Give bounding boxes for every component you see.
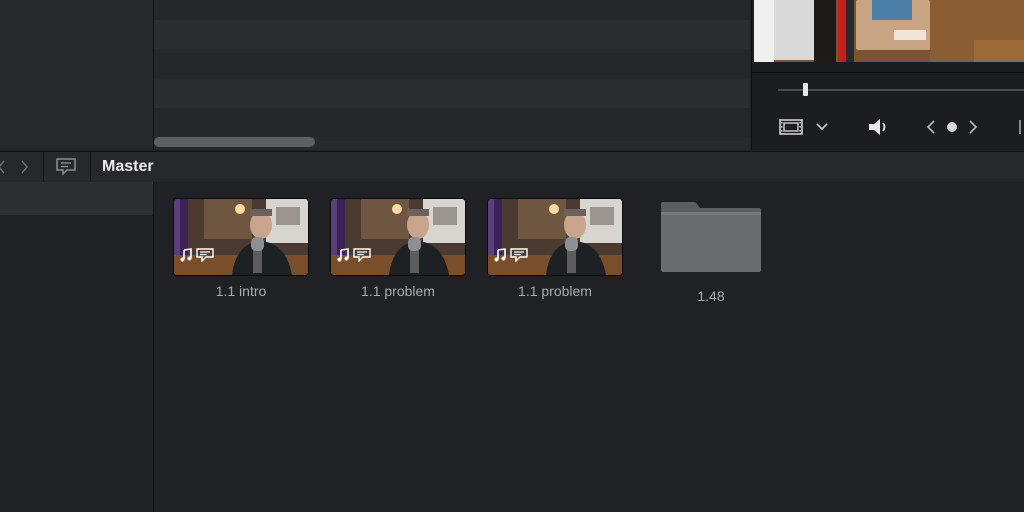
mark-icon[interactable] <box>1016 116 1024 138</box>
media-clip[interactable]: 1.1 problem <box>487 198 623 299</box>
header-separator <box>43 152 44 182</box>
viewer-divider <box>752 72 1024 73</box>
folder-label: 1.48 <box>697 288 725 304</box>
speaker-icon[interactable] <box>866 116 892 138</box>
chevron-left-icon[interactable] <box>0 160 6 179</box>
clip-thumbnail[interactable] <box>173 198 309 276</box>
clip-label: 1.1 intro <box>215 283 267 299</box>
clip-thumbnail[interactable] <box>487 198 623 276</box>
subtitle-icon <box>510 248 528 267</box>
media-folder[interactable]: 1.48 <box>658 200 764 304</box>
folder-icon[interactable] <box>658 200 764 279</box>
caption-bubble-icon[interactable] <box>55 157 77 182</box>
chevron-down-icon[interactable] <box>814 116 830 138</box>
playhead-handle[interactable] <box>803 83 808 96</box>
filmstrip-icon[interactable] <box>778 116 804 138</box>
bin-list <box>0 182 154 512</box>
media-clip[interactable]: 1.1 intro <box>173 198 309 299</box>
timeline-track[interactable] <box>154 108 750 137</box>
music-note-icon <box>336 248 350 267</box>
timeline-track[interactable] <box>154 80 750 109</box>
viewer-video-frame <box>754 0 1024 62</box>
bin-title: Master <box>102 158 154 175</box>
clip-label: 1.1 problem <box>361 283 435 299</box>
clip-label: 1.1 problem <box>518 283 592 299</box>
viewer-panel <box>751 0 1024 150</box>
timeline-track[interactable] <box>154 50 750 79</box>
dot-icon[interactable] <box>945 116 959 138</box>
timeline-track[interactable] <box>154 20 750 49</box>
music-note-icon <box>493 248 507 267</box>
media-pool: 1.1 intro 1.1 problem 1.1 problem 1.48 <box>154 182 1024 512</box>
bin-header: Master <box>0 151 1024 183</box>
header-separator <box>90 152 91 182</box>
clip-thumbnail[interactable] <box>330 198 466 276</box>
subtitle-icon <box>353 248 371 267</box>
effects-panel <box>0 0 154 150</box>
chevron-right-icon[interactable] <box>20 160 28 179</box>
timeline-area[interactable] <box>154 0 750 150</box>
bin-list-selected-row[interactable] <box>0 182 153 215</box>
next-icon[interactable] <box>966 116 980 138</box>
scrub-bar[interactable] <box>778 89 1024 91</box>
music-note-icon <box>179 248 193 267</box>
horizontal-scrollbar[interactable] <box>154 137 315 147</box>
subtitle-icon <box>196 248 214 267</box>
prev-icon[interactable] <box>924 116 938 138</box>
media-clip[interactable]: 1.1 problem <box>330 198 466 299</box>
